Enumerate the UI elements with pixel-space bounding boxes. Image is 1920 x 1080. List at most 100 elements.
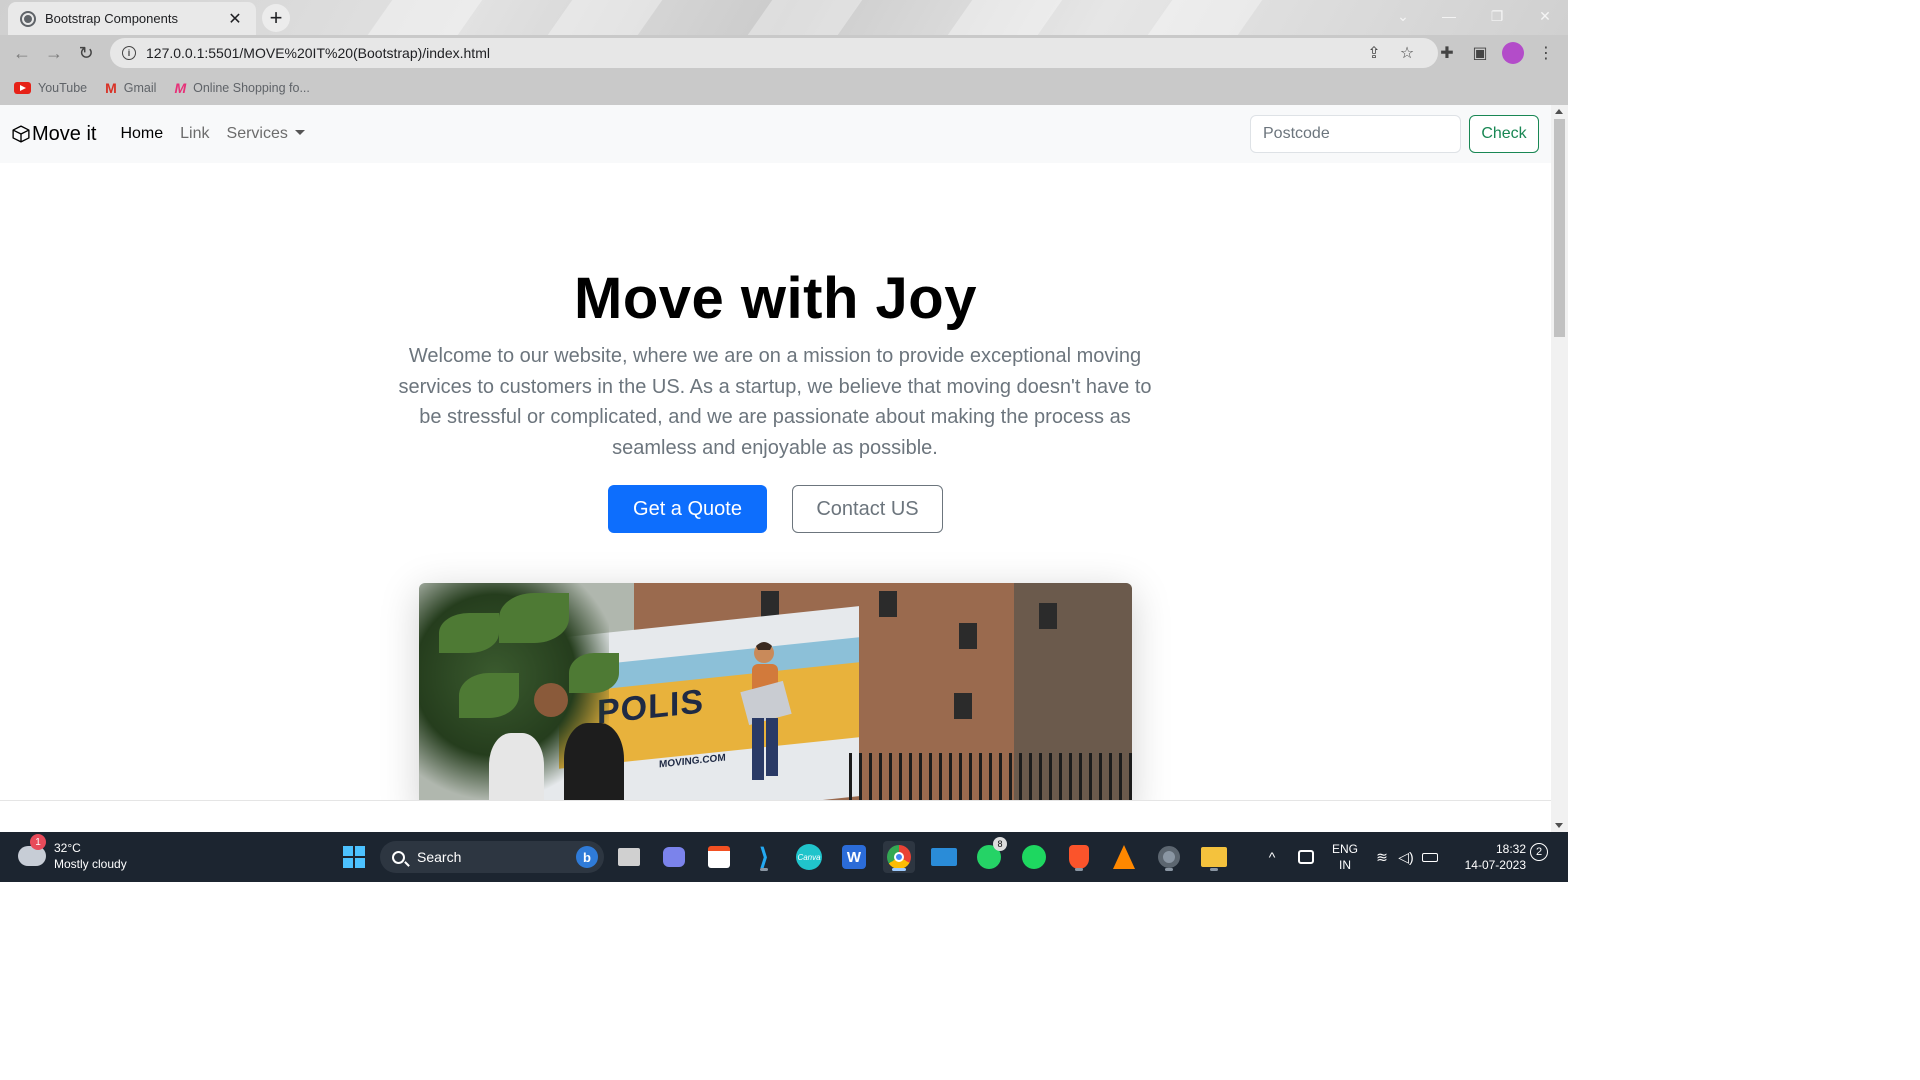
image-window	[1039, 603, 1057, 629]
tray-overflow-icon[interactable]: ^	[1256, 841, 1288, 873]
vlc-button[interactable]	[1108, 841, 1140, 873]
side-panel-icon[interactable]: ▣	[1464, 37, 1496, 69]
region-code: IN	[1339, 858, 1351, 872]
hero-title: Move with Joy	[574, 266, 977, 331]
language-code: ENG	[1331, 842, 1358, 856]
scrollbar-thumb[interactable]	[1554, 119, 1565, 337]
tab-search-icon[interactable]: ⌄	[1380, 0, 1426, 32]
window-background-decoration	[547, 0, 663, 35]
clock-time: 18:32	[1495, 842, 1526, 856]
vscode-button[interactable]: ⟩	[748, 841, 780, 873]
word-button[interactable]: W	[838, 841, 870, 873]
bookmark-label: Gmail	[123, 81, 157, 95]
contact-us-button[interactable]: Contact US	[792, 485, 943, 533]
box-icon	[12, 125, 30, 143]
nav-home[interactable]: Home	[120, 125, 163, 143]
canva-button[interactable]: Canva	[793, 841, 825, 873]
start-button[interactable]	[338, 841, 370, 873]
profile-avatar[interactable]	[1497, 37, 1529, 69]
nav-link[interactable]: Link	[180, 125, 209, 143]
active-indicator	[892, 868, 906, 871]
mail-button[interactable]	[928, 841, 960, 873]
whatsapp-button[interactable]: 8	[973, 837, 1007, 873]
brave-button[interactable]	[1063, 841, 1095, 873]
caret-down-icon	[294, 130, 305, 135]
image-worker	[564, 723, 624, 800]
minimize-icon[interactable]: —	[1426, 0, 1472, 32]
page-scrollbar[interactable]	[1551, 105, 1568, 832]
running-indicator	[1075, 868, 1083, 871]
page-bottom-edge	[0, 800, 1551, 832]
store-icon	[708, 846, 730, 868]
file-explorer-button[interactable]	[1198, 841, 1230, 873]
image-worker	[489, 733, 544, 800]
get-quote-button[interactable]: Get a Quote	[608, 485, 767, 533]
browser-menu-icon[interactable]: ⋮	[1530, 37, 1562, 69]
reload-icon[interactable]: ↻	[70, 37, 102, 69]
whatsapp-unread-badge: 8	[993, 837, 1007, 851]
spotify-button[interactable]	[1018, 841, 1050, 873]
nav-services-label: Services	[226, 125, 288, 142]
close-window-icon[interactable]: ✕	[1522, 0, 1568, 32]
weather-description: Mostly cloudy	[54, 857, 127, 871]
browser-tab[interactable]: Bootstrap Components ✕	[8, 2, 256, 35]
folder-icon	[1201, 847, 1227, 867]
chat-icon	[663, 847, 685, 867]
onedrive-button[interactable]	[1290, 841, 1322, 873]
chrome-button[interactable]	[883, 841, 915, 873]
tab-close-icon[interactable]: ✕	[226, 9, 244, 29]
image-window	[879, 591, 897, 617]
bookmark-youtube[interactable]: YouTube	[14, 81, 87, 95]
scroll-down-icon[interactable]	[1555, 823, 1563, 828]
running-indicator	[1165, 868, 1173, 871]
avatar	[1502, 42, 1524, 64]
battery-icon	[1422, 852, 1438, 862]
notification-count: 2	[1535, 846, 1543, 858]
hero-image: POLIS MOVING.COM	[419, 583, 1132, 800]
address-bar[interactable]: i 127.0.0.1:5501/MOVE%20IT%20(Bootstrap)…	[110, 38, 1438, 68]
windows-logo-icon	[343, 846, 365, 868]
image-fence	[849, 753, 1132, 800]
battery-button[interactable]	[1414, 841, 1446, 873]
gmail-icon: M	[105, 80, 117, 96]
image-leaf	[439, 613, 499, 653]
browser-tabstrip: Bootstrap Components ✕ + ⌄ — ❐ ✕	[0, 0, 1568, 35]
scroll-up-icon[interactable]	[1555, 109, 1563, 114]
brand-link[interactable]: Move it	[12, 123, 96, 146]
bookmark-gmail[interactable]: M Gmail	[105, 80, 156, 96]
bookmark-label: Online Shopping fo...	[193, 81, 310, 95]
teams-chat-button[interactable]	[658, 841, 690, 873]
spotify-icon	[1022, 845, 1046, 869]
image-worker-head	[534, 683, 568, 717]
brand-name: Move it	[32, 122, 97, 145]
share-icon[interactable]: ⇪	[1358, 37, 1390, 69]
windows-taskbar: 1 32°C Mostly cloudy Search b ⟩ Canva W	[0, 832, 1568, 882]
settings-button[interactable]	[1153, 841, 1185, 873]
taskbar-search[interactable]: Search b	[380, 841, 604, 873]
weather-widget[interactable]: 1 32°C Mostly cloudy	[18, 834, 127, 872]
url-text: 127.0.0.1:5501/MOVE%20IT%20(Bootstrap)/i…	[146, 45, 490, 61]
restore-icon[interactable]: ❐	[1474, 0, 1520, 32]
window-background-decoration	[367, 0, 483, 35]
new-tab-button[interactable]: +	[262, 4, 290, 32]
site-info-icon[interactable]: i	[122, 46, 136, 60]
forward-icon[interactable]: →	[38, 37, 70, 69]
store-button[interactable]	[703, 841, 735, 873]
bookmark-shopping[interactable]: M Online Shopping fo...	[174, 80, 309, 96]
notification-center-button[interactable]: 2	[1530, 843, 1548, 861]
running-indicator	[760, 868, 768, 871]
globe-icon	[20, 10, 36, 27]
extensions-icon[interactable]: ✚	[1431, 37, 1463, 69]
window-background-decoration	[747, 0, 863, 35]
language-indicator[interactable]: ENG IN	[1330, 841, 1360, 873]
bookmark-star-icon[interactable]: ☆	[1391, 37, 1423, 69]
nav-services-dropdown[interactable]: Services	[227, 125, 305, 143]
site-navbar: Move it Home Link Services Check	[0, 105, 1551, 163]
myntra-icon: M	[174, 80, 187, 96]
check-button[interactable]: Check	[1469, 115, 1539, 153]
clock[interactable]: 18:32 14-07-2023	[1450, 841, 1526, 873]
running-indicator	[1210, 868, 1218, 871]
postcode-input[interactable]	[1250, 115, 1461, 153]
back-icon[interactable]: ←	[6, 37, 38, 69]
task-view-button[interactable]	[613, 841, 645, 873]
